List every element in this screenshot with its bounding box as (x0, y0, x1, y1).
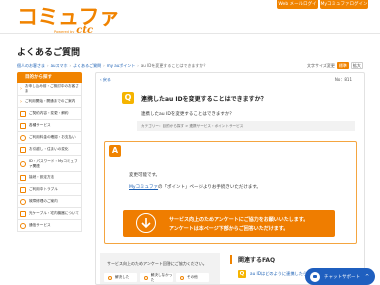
survey-jump-button[interactable]: サービス向上のためアンケートにご協力をお願いいたします。 アンケートは本ページ下… (123, 210, 335, 237)
sidebar: 目的から探す › お申し込み前・ご検討中のお客さま › ご利用開始・開通までのご案内… (17, 72, 82, 232)
question-title: 連携したau IDを変更することはできますか？ (141, 96, 267, 103)
back-link-label: 戻る (102, 77, 111, 82)
sidebar-header: 目的から探す (17, 72, 82, 83)
radio-icon (144, 275, 148, 280)
sidebar-item-label: 通信サービス (29, 223, 51, 227)
site-header: コミュファ Powered by ctc Web メールログイン Myコミュファロ… (0, 0, 380, 36)
breadcrumb-link[interactable]: 個人のお客さま (17, 63, 45, 68)
sidebar-item-connection[interactable]: 接続・設定方法 (17, 172, 82, 184)
section-accent-bar (230, 255, 232, 264)
answer-text-line2: Myコミュファの「ポイント」ページよりお手続きいただけます。 (129, 184, 261, 190)
sidebar-item-communication[interactable]: 通信サービス (17, 220, 82, 232)
radio-icon (108, 275, 112, 280)
warning-icon (20, 186, 26, 193)
my-commufa-link[interactable]: Myコミュファ (129, 185, 158, 190)
chevron-right-icon: › (20, 98, 22, 105)
webmail-login-button[interactable]: Web メールログイン (277, 0, 318, 16)
house-icon (20, 146, 26, 153)
arrow-down-circle-icon (136, 213, 156, 233)
survey-option-label: 解決しなかった (150, 272, 173, 282)
answer-box: A 変更可能です。 Myコミュファの「ポイント」ページよりお手続きいただけます。… (104, 141, 357, 244)
page-title: よくあるご質問 (17, 48, 81, 58)
question-icon: Q (238, 270, 246, 278)
document-icon (20, 110, 26, 117)
category-box: カテゴリー：目的から探す > 連携サービス・ポイントサービス (137, 121, 355, 131)
breadcrumb-separator: › (137, 63, 139, 68)
survey-option-resolved[interactable]: 解決した (104, 273, 137, 282)
answer-icon: A (109, 145, 121, 157)
sidebar-item-services[interactable]: 各種サービス (17, 120, 82, 132)
logo-tagline-brand: ctc (76, 25, 94, 36)
survey-option-label: 解決した (115, 275, 130, 279)
question-icon: Q (122, 92, 134, 104)
breadcrumb-link[interactable]: よくあるご質問 (73, 63, 101, 68)
survey-question: サービス向上のためアンケート回答にご協力ください。 (107, 261, 207, 266)
key-icon (20, 160, 26, 167)
plug-icon (20, 174, 26, 181)
sidebar-item-label: お申し込み前・ご検討中のお客さま (24, 84, 79, 93)
sidebar-item-label: ご利用開始・開通までのご案内 (25, 99, 76, 103)
survey-option-label: その他 (187, 275, 198, 279)
survey-option-other[interactable]: その他 (176, 273, 209, 282)
survey-options: 解決した 解決しなかった その他 (104, 273, 209, 282)
yen-icon (20, 134, 26, 141)
answer-text: 変更可能です。 (129, 173, 161, 178)
survey-option-unresolved[interactable]: 解決しなかった (140, 273, 173, 282)
survey-button-subtext: アンケートは本ページ下部からご回答いただけます。 (169, 226, 289, 232)
survey-panel: サービス向上のためアンケート回答にご協力ください。 解決した 解決しなかった そ… (100, 253, 220, 284)
sidebar-item-label: ご契約内容・変更・解約 (29, 111, 69, 115)
question-text: 連携したau IDを変更することはできますか？ (141, 112, 234, 117)
sidebar-item-trouble[interactable]: ご利用中トラブル (17, 184, 82, 196)
breadcrumb: 個人のお客さま › auスマホ › よくあるご質問 › my auポイント › au IDを変更… (17, 63, 207, 69)
font-size-switcher: 文字サイズ変更 標準 拡大 (307, 62, 363, 69)
commufa-logo[interactable]: コミュファ Powered by ctc (17, 6, 120, 36)
breadcrumb-separator: › (69, 63, 72, 68)
header-divider (0, 33, 380, 34)
chat-support-label: チャットサポート (324, 274, 360, 280)
chat-icon (310, 271, 320, 282)
sidebar-item-equipment[interactable]: 光ケーブル・宅内機器について (17, 208, 82, 220)
sidebar-item-repair[interactable]: 故障修理のご案内 (17, 196, 82, 208)
related-faq-title: 関連するFAQ (238, 257, 276, 264)
font-size-label: 文字サイズ変更 (307, 62, 335, 68)
breadcrumb-separator: › (47, 63, 49, 68)
sidebar-item-before-application[interactable]: › お申し込み前・ご検討中のお客さま (17, 83, 82, 96)
logo-tagline: Powered by ctc (54, 25, 93, 36)
sidebar-item-moving[interactable]: お引越し・住まいの変化 (17, 144, 82, 156)
faq-number: No：811 (334, 77, 352, 82)
chat-support-button[interactable]: チャットサポート ^ (305, 268, 375, 285)
sidebar-item-label: 接続・設定方法 (29, 175, 55, 179)
wifi-icon (20, 222, 26, 229)
sidebar-item-label: 光ケーブル・宅内機器について (29, 211, 79, 215)
breadcrumb-link[interactable]: my auポイント (107, 63, 136, 68)
faq-panel: ‹ 戻る No：811 Q 連携したau IDを変更することはできますか？ 連携… (95, 72, 365, 285)
router-icon (20, 210, 26, 217)
breadcrumb-separator: › (103, 63, 105, 68)
sidebar-item-label: 各種サービス (29, 123, 51, 127)
sidebar-item-billing[interactable]: ご利用料金の確認・お支払い (17, 132, 82, 144)
wrench-icon (20, 198, 26, 205)
sidebar-item-label: ご利用中トラブル (29, 187, 58, 191)
radio-icon (180, 275, 184, 280)
back-link[interactable]: ‹ 戻る (100, 77, 111, 83)
answer-text-rest: の「ポイント」ページよりお手続きいただけます。 (158, 185, 261, 190)
my-commufa-login-button[interactable]: Myコミュファログイン (320, 0, 368, 9)
chevron-up-icon: ^ (364, 273, 370, 280)
breadcrumb-current: au IDを変更することはできますか？ (140, 63, 208, 68)
sidebar-item-label: 故障修理のご案内 (29, 199, 58, 203)
breadcrumb-link[interactable]: auスマホ (51, 63, 68, 68)
sidebar-item-contract[interactable]: ご契約内容・変更・解約 (17, 108, 82, 120)
grid-icon (20, 122, 26, 129)
sidebar-item-start-of-use[interactable]: › ご利用開始・開通までのご案内 (17, 96, 82, 108)
font-size-large-button[interactable]: 拡大 (350, 62, 363, 69)
survey-button-text: サービス向上のためアンケートにご協力をお願いいたします。 (169, 217, 309, 223)
sidebar-item-id-password[interactable]: ID・パスワード・Myコミュファ関連 (17, 156, 82, 172)
sidebar-item-label: ご利用料金の確認・お支払い (29, 135, 76, 139)
sidebar-item-label: ID・パスワード・Myコミュファ関連 (29, 158, 78, 168)
sidebar-item-label: お引越し・住まいの変化 (29, 147, 69, 151)
chevron-right-icon: › (20, 86, 22, 92)
font-size-standard-button[interactable]: 標準 (336, 62, 349, 69)
